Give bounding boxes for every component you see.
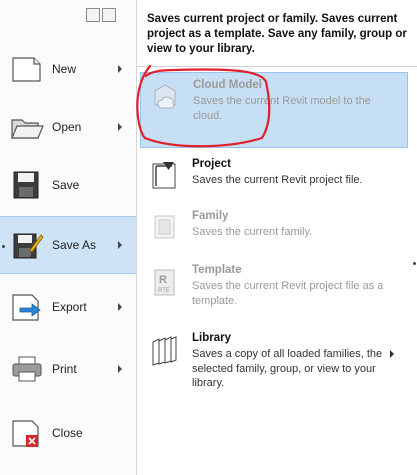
svg-text:RTE: RTE bbox=[158, 288, 170, 294]
option-description: Saves the current family. bbox=[192, 226, 313, 238]
save-disk-icon bbox=[13, 171, 39, 199]
option-description: Saves the current Revit project file as … bbox=[192, 280, 384, 307]
submenu-arrow-icon bbox=[118, 123, 122, 131]
option-cloud-model[interactable]: Cloud Model Saves the current Revit mode… bbox=[140, 72, 408, 148]
open-documents-icon[interactable] bbox=[102, 8, 116, 22]
menu-item-label: Save As bbox=[52, 238, 97, 252]
separator bbox=[137, 66, 417, 67]
option-description: Saves a copy of all loaded families, the… bbox=[192, 348, 383, 389]
menu-item-label: Print bbox=[52, 362, 77, 376]
menu-item-save-as[interactable]: Save As bbox=[0, 216, 136, 274]
option-title: Cloud Model bbox=[193, 79, 262, 91]
template-icon: R RTE bbox=[154, 269, 175, 296]
edge-marker bbox=[2, 245, 5, 248]
option-title: Library bbox=[192, 332, 231, 344]
menu-item-label: Open bbox=[52, 120, 82, 134]
option-library[interactable]: Library Saves a copy of all loaded famil… bbox=[140, 326, 408, 410]
menu-item-print[interactable]: Print bbox=[0, 340, 136, 398]
menu-item-label: Export bbox=[52, 300, 87, 314]
submenu-arrow-icon bbox=[390, 350, 394, 358]
recent-documents-icon[interactable] bbox=[86, 8, 100, 22]
submenu-arrow-icon bbox=[118, 365, 122, 373]
option-title: Family bbox=[192, 210, 229, 222]
export-icon bbox=[12, 294, 41, 321]
project-icon bbox=[152, 162, 176, 189]
menu-item-label: New bbox=[52, 62, 77, 76]
submenu-arrow-icon bbox=[118, 65, 122, 73]
menu-item-label: Close bbox=[52, 426, 83, 440]
option-title: Project bbox=[192, 158, 231, 170]
cloud-model-icon bbox=[154, 84, 176, 109]
quick-access-icons bbox=[86, 8, 116, 22]
submenu-arrow-icon bbox=[118, 303, 122, 311]
menu-item-close[interactable]: Close bbox=[0, 404, 136, 462]
submenu-arrow-icon bbox=[118, 241, 122, 249]
application-menu: New Open Save Save As Export Print Close bbox=[0, 0, 136, 475]
library-icon bbox=[152, 336, 177, 366]
printer-icon bbox=[12, 356, 42, 382]
save-as-description: Saves current project or family. Saves c… bbox=[147, 13, 407, 55]
option-family[interactable]: Family Saves the current family. bbox=[140, 204, 408, 260]
new-file-icon bbox=[12, 57, 41, 82]
close-file-icon bbox=[12, 420, 39, 447]
open-folder-icon bbox=[11, 119, 44, 139]
option-project[interactable]: Project Saves the current Revit project … bbox=[140, 152, 408, 202]
menu-item-label: Save bbox=[52, 178, 80, 192]
edge-marker bbox=[413, 262, 416, 265]
menu-item-save[interactable]: Save bbox=[0, 156, 136, 214]
option-title: Template bbox=[192, 264, 242, 276]
menu-item-new[interactable]: New bbox=[0, 40, 136, 98]
save-as-icon bbox=[13, 233, 44, 259]
menu-item-open[interactable]: Open bbox=[0, 98, 136, 156]
option-template[interactable]: R RTE Template Saves the current Revit p… bbox=[140, 258, 408, 324]
family-icon bbox=[154, 215, 175, 239]
svg-text:R: R bbox=[159, 274, 167, 286]
menu-item-export[interactable]: Export bbox=[0, 278, 136, 336]
option-description: Saves the current Revit project file. bbox=[192, 174, 363, 186]
option-description: Saves the current Revit model to the clo… bbox=[193, 95, 371, 122]
